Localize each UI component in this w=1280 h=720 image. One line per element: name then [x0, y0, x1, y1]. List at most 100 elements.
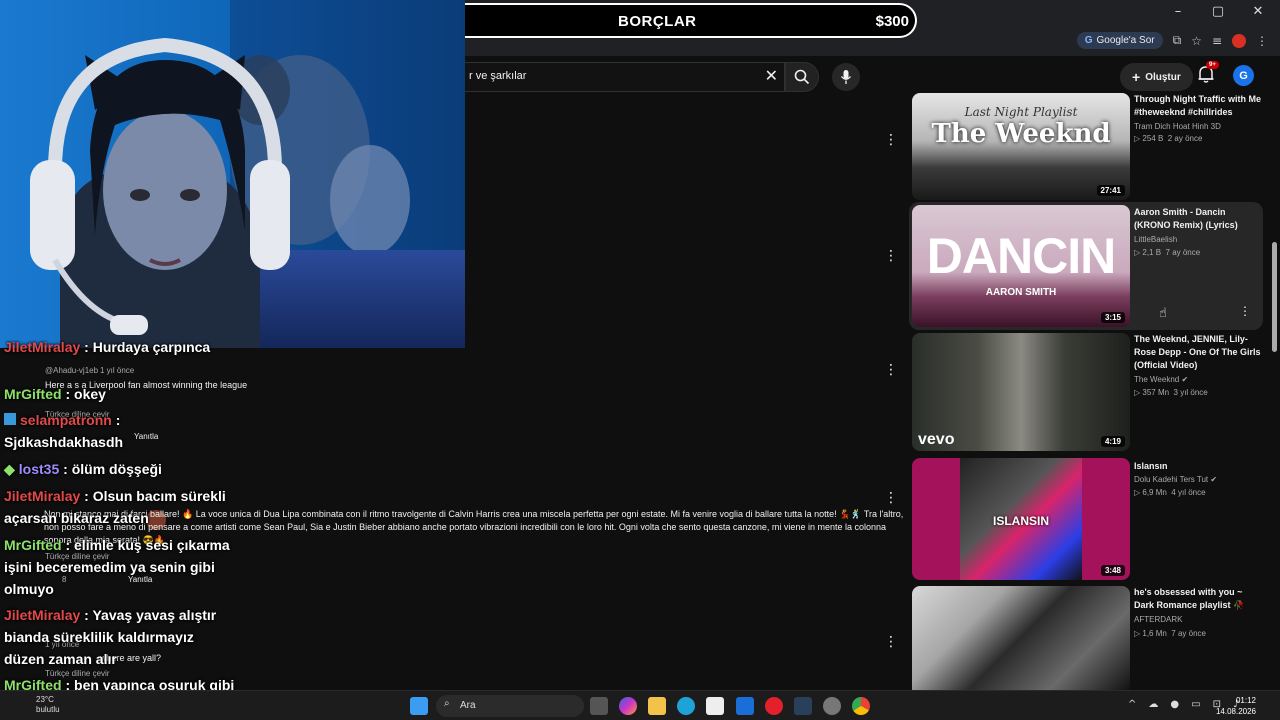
video-title[interactable]: he's obsessed with you ~ Dark Romance pl…: [1134, 586, 1262, 612]
video-meta: ▷ 2,1 B 7 ay önce: [1134, 248, 1201, 257]
page-scrollbar[interactable]: [1270, 56, 1280, 690]
clear-search-icon[interactable]: ✕: [765, 66, 778, 85]
chat-message: MrGifted : elimle kuş sesi çıkarma işini…: [4, 537, 230, 597]
start-menu-icon[interactable]: [410, 697, 428, 715]
channel-name[interactable]: AFTERDARK: [1134, 615, 1182, 624]
video-thumbnail[interactable]: [912, 586, 1130, 690]
channel-name[interactable]: Tram Dich Hoat Hinh 3D: [1134, 122, 1221, 131]
create-button[interactable]: + Oluştur: [1120, 63, 1193, 91]
video-title[interactable]: Aaron Smith - Dancin (KRONO Remix) (Lyri…: [1134, 206, 1262, 232]
notifications-button[interactable]: 9+: [1196, 61, 1220, 88]
channel-label: Dolu Kadehi Ters Tut: [1134, 475, 1209, 484]
steam-icon[interactable]: [794, 697, 812, 715]
bookmark-star-icon[interactable]: ☆: [1191, 34, 1202, 48]
weather-widget[interactable]: 23°C bulutlu: [36, 695, 60, 715]
banner-title: BORÇLAR: [618, 13, 697, 30]
view-count: 254 B: [1142, 134, 1164, 143]
browser-menu-icon[interactable]: ⋮: [1256, 34, 1268, 48]
search-button[interactable]: [785, 62, 819, 92]
video-menu-icon[interactable]: ⋮: [1239, 304, 1251, 318]
outlook-icon[interactable]: [736, 697, 754, 715]
video-thumbnail[interactable]: Last Night Playlist The Weeknd 27:41: [912, 93, 1130, 200]
plus-icon: +: [1132, 69, 1141, 85]
opera-icon[interactable]: [765, 697, 783, 715]
create-label: Oluştur: [1145, 71, 1181, 83]
comment-menu-icon[interactable]: ⋮: [884, 490, 898, 506]
video-thumbnail[interactable]: ISLANSIN 3:48: [912, 458, 1130, 580]
chat-message: JiletMiralay : Hurdaya çarpınca: [4, 340, 211, 355]
channel-label: The Weeknd: [1134, 375, 1180, 384]
file-explorer-icon[interactable]: [648, 697, 666, 715]
search-input[interactable]: r ve şarkılar ✕: [440, 62, 785, 92]
weather-temp: 23°C: [36, 695, 54, 704]
chrome-icon[interactable]: [852, 697, 870, 715]
google-ask-button[interactable]: G Google'a Sor: [1076, 32, 1163, 49]
menu-list-icon[interactable]: ≡: [1212, 34, 1222, 48]
store-icon[interactable]: [706, 697, 724, 715]
cursor-hand-icon: ☝: [1159, 306, 1167, 321]
edge-icon[interactable]: [677, 697, 695, 715]
minimize-button[interactable]: –: [1168, 4, 1188, 19]
taskbar-clock[interactable]: 01:12 14.08.2026: [1216, 695, 1256, 717]
channel-name[interactable]: The Weeknd ✔: [1134, 375, 1188, 384]
microphone-icon: [840, 70, 852, 84]
cloud-icon[interactable]: ☁: [1148, 699, 1158, 710]
stream-chat: JiletMiralay : Hurdaya çarpınca MrGifted…: [0, 340, 240, 690]
comment-menu-icon[interactable]: ⋮: [884, 362, 898, 378]
upload-age: 7 ay önce: [1171, 629, 1206, 638]
view-count: 357 Mn: [1142, 388, 1170, 397]
view-count: 6,9 Mn: [1142, 488, 1167, 497]
upload-age: 7 ay önce: [1165, 248, 1201, 257]
scrollbar-thumb[interactable]: [1272, 242, 1277, 352]
video-duration: 4:19: [1100, 436, 1125, 447]
recommended-video[interactable]: Last Night Playlist The Weeknd 27:41 Thr…: [912, 93, 1262, 200]
chat-text: ölüm döşşeği: [71, 461, 162, 477]
chat-badge-icon: ◆: [4, 461, 15, 477]
video-title[interactable]: The Weeknd, JENNIE, Lily-Rose Depp - One…: [1134, 333, 1262, 372]
chat-message: JiletMiralay : Olsun bacım sürekli açars…: [4, 488, 226, 526]
video-duration: 27:41: [1096, 185, 1125, 196]
google-ask-label: Google'a Sor: [1096, 35, 1155, 46]
task-view-icon[interactable]: [590, 697, 608, 715]
comment-menu-icon[interactable]: ⋮: [884, 132, 898, 148]
taskbar-search[interactable]: ⌕ Ara: [436, 695, 584, 717]
recommended-video[interactable]: vevo 4:19 The Weeknd, JENNIE, Lily-Rose …: [912, 333, 1262, 453]
recommended-video[interactable]: he's obsessed with you ~ Dark Romance pl…: [912, 586, 1262, 690]
recommended-video[interactable]: ISLANSIN 3:48 Islansın Dolu Kadehi Ters …: [912, 458, 1262, 580]
copilot-icon[interactable]: [619, 697, 637, 715]
thumbnail-title: The Weeknd: [931, 119, 1111, 149]
video-title[interactable]: Islansın: [1134, 460, 1262, 473]
chat-username: MrGifted: [4, 537, 62, 553]
search-icon: [794, 69, 810, 85]
chat-username: MrGifted: [4, 677, 62, 690]
view-count: 2,1 B: [1142, 248, 1162, 257]
account-avatar[interactable]: G: [1233, 65, 1254, 86]
chevron-up-icon[interactable]: ^: [1128, 699, 1136, 710]
recommended-video[interactable]: DANCIN AARON SMITH 3:15 Aaron Smith - Da…: [909, 202, 1263, 330]
video-meta: ▷ 6,9 Mn 4 yıl önce: [1134, 488, 1206, 497]
close-window-button[interactable]: ✕: [1248, 4, 1268, 19]
chat-username: JiletMiralay: [4, 607, 81, 623]
video-title[interactable]: Through Night Traffic with Me #theweeknd…: [1134, 93, 1262, 119]
video-thumbnail[interactable]: vevo 4:19: [912, 333, 1130, 451]
taskbar-search-label: Ara: [460, 700, 476, 711]
video-meta: ▷ 254 B 2 ay önce: [1134, 134, 1203, 143]
profile-icon[interactable]: [1232, 33, 1246, 48]
channel-name[interactable]: Dolu Kadehi Ters Tut ✔: [1134, 475, 1217, 484]
chat-text: Sjdkashdakhasdh: [4, 434, 124, 450]
monitor-icon[interactable]: ▭: [1191, 699, 1200, 710]
cast-icon[interactable]: ⧉: [1173, 33, 1182, 48]
microphone-icon[interactable]: ●: [1170, 699, 1179, 710]
thumbnail-title: DANCIN: [926, 228, 1116, 284]
comment-menu-icon[interactable]: ⋮: [884, 634, 898, 650]
upload-age: 2 ay önce: [1167, 134, 1203, 143]
chat-text: okey: [74, 386, 106, 402]
verified-icon: ✔: [1210, 475, 1218, 484]
channel-name[interactable]: LittleBaelish: [1134, 235, 1177, 244]
video-thumbnail[interactable]: DANCIN AARON SMITH 3:15: [912, 205, 1130, 327]
comment-menu-icon[interactable]: ⋮: [884, 248, 898, 264]
settings-gear-icon[interactable]: [823, 697, 841, 715]
voice-search-button[interactable]: [832, 63, 860, 91]
video-duration: 3:48: [1100, 565, 1125, 576]
maximize-button[interactable]: ▢: [1208, 4, 1228, 19]
